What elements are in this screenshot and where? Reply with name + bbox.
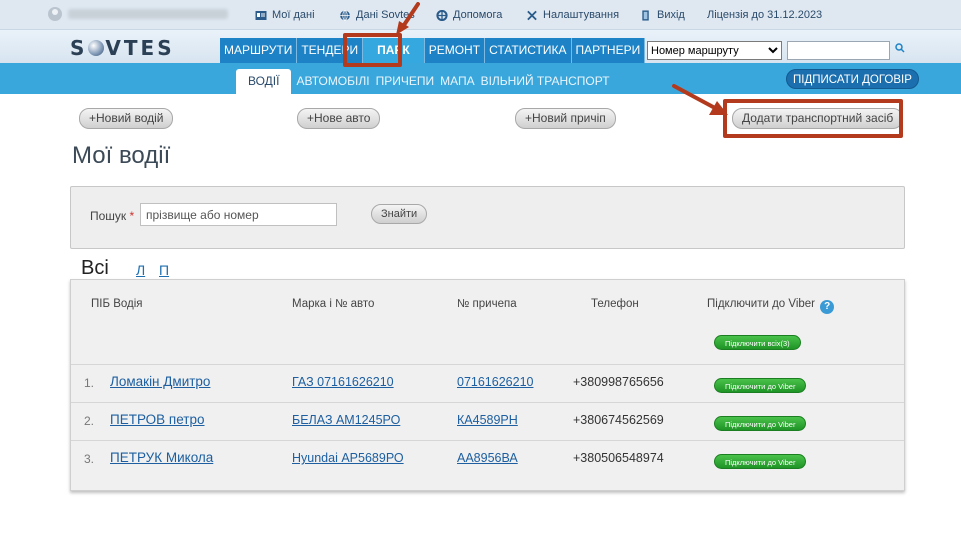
chevron-down-icon: [768, 47, 778, 54]
tools-icon: [527, 10, 537, 20]
globe-icon: [340, 9, 350, 21]
driver-name-link[interactable]: ПЕТРУК Микола: [110, 450, 213, 465]
new-trailer-button[interactable]: +Новий причіп: [515, 108, 616, 129]
row-number: 1.: [84, 376, 95, 390]
top-bar: Мої дані Дані Sovtes Допомога Налаштуван…: [0, 0, 961, 30]
header-phone: Телефон: [591, 298, 639, 310]
subnav-drivers[interactable]: ВОДІЇ: [236, 69, 292, 94]
nav-tab-partners[interactable]: ПАРТНЕРИ: [571, 38, 646, 63]
license-text: Ліцензія до 31.12.2023: [707, 9, 823, 21]
annotation-arrow-icon: [672, 84, 728, 115]
lifebuoy-icon: [436, 9, 448, 21]
search-input[interactable]: прізвище або номер: [140, 203, 337, 226]
help-link[interactable]: Допомога: [436, 9, 502, 21]
connect-all-viber-button[interactable]: Підключити всіх(3): [714, 335, 801, 350]
required-mark: *: [129, 209, 135, 223]
car-link[interactable]: Hyundai АР5689РО: [292, 451, 404, 465]
connect-viber-button[interactable]: Підключити до Viber: [714, 454, 807, 469]
filter-all-tab[interactable]: Всі: [71, 256, 118, 280]
search-panel: Пошук * прізвище або номер Знайти: [70, 186, 905, 249]
nav-tab-routes[interactable]: МАРШРУТИ: [220, 38, 298, 63]
connect-viber-button[interactable]: Підключити до Viber: [714, 378, 807, 393]
table-row: 2. ПЕТРОВ петро БЕЛАЗ АМ1245РО КА4589РН …: [71, 402, 904, 440]
filter-letter-p[interactable]: П: [159, 262, 169, 278]
car-link[interactable]: БЕЛАЗ АМ1245РО: [292, 413, 400, 427]
car-link[interactable]: ГАЗ 07161626210: [292, 375, 394, 389]
settings-link[interactable]: Налаштування: [526, 9, 619, 21]
trailer-link[interactable]: КА4589РН: [457, 413, 518, 427]
subnav-map[interactable]: МАПА: [437, 74, 478, 94]
exit-label: Вихід: [657, 9, 685, 21]
table-row: 1. Ломакін Дмитро ГАЗ 07161626210 071616…: [71, 364, 904, 402]
header-bar: S VTES МАРШРУТИ ТЕНДЕРИ ПАРК РЕМОНТ СТАТИ…: [0, 30, 961, 63]
add-vehicle-highlight-box: [723, 99, 903, 138]
exit-link[interactable]: Вихід: [640, 9, 685, 21]
trailer-link[interactable]: АА8956ВА: [457, 451, 518, 465]
help-icon[interactable]: ?: [820, 300, 835, 314]
nav-tab-repair[interactable]: РЕМОНТ: [424, 38, 486, 63]
trailer-link[interactable]: 07161626210: [457, 375, 533, 389]
route-number-select[interactable]: Номер маршруту: [647, 41, 782, 60]
phone-number: +380998765656: [573, 375, 664, 389]
sign-contract-button[interactable]: ПІДПИСАТИ ДОГОВІР: [786, 69, 919, 89]
filter-letter-l[interactable]: Л: [136, 262, 145, 278]
my-data-label: Мої дані: [272, 9, 315, 21]
my-data-link[interactable]: Мої дані: [255, 9, 315, 21]
connect-viber-button[interactable]: Підключити до Viber: [714, 416, 807, 431]
user-avatar-icon: [48, 7, 62, 21]
search-icon[interactable]: [895, 43, 905, 53]
search-label: Пошук *: [90, 209, 135, 223]
subnav-cars[interactable]: АВТОМОБІЛІ: [293, 74, 372, 94]
row-number: 2.: [84, 414, 95, 428]
logo-globe-icon: [88, 40, 105, 56]
driver-name-link[interactable]: Ломакін Дмитро: [110, 374, 210, 389]
help-label: Допомога: [453, 9, 503, 21]
search-button[interactable]: Знайти: [371, 204, 428, 224]
subnav-free-transport[interactable]: ВІЛЬНИЙ ТРАНСПОРТ: [478, 74, 613, 94]
profile-card-icon: [255, 10, 267, 20]
sovtes-logo: S VTES: [70, 36, 175, 60]
settings-label: Налаштування: [543, 9, 620, 21]
header-trailer: № причепа: [457, 298, 517, 310]
header-car: Марка і № авто: [292, 298, 375, 310]
blurred-user-name: [68, 9, 228, 19]
nav-tab-statistics[interactable]: СТАТИСТИКА: [485, 38, 572, 63]
subnav-trailers[interactable]: ПРИЧЕПИ: [373, 74, 438, 94]
main-nav: МАРШРУТИ ТЕНДЕРИ ПАРК РЕМОНТ СТАТИСТИКА …: [220, 38, 646, 63]
annotation-arrow-icon: [396, 2, 420, 35]
exit-door-icon: [642, 9, 649, 21]
user-info: [48, 7, 228, 21]
phone-number: +380674562569: [573, 413, 664, 427]
row-number: 3.: [84, 452, 95, 466]
sub-nav: ВОДІЇ АВТОМОБІЛІ ПРИЧЕПИ МАПА ВІЛЬНИЙ ТР…: [0, 63, 961, 94]
page-title: Мої водії: [72, 142, 171, 169]
drivers-table: ПІБ Водія Марка і № авто № причепа Телеф…: [70, 279, 905, 491]
park-highlight-box: [343, 33, 402, 67]
header-driver-name: ПІБ Водія: [91, 298, 143, 310]
route-search-input[interactable]: [787, 41, 890, 60]
new-car-button[interactable]: +Нове авто: [297, 108, 381, 129]
phone-number: +380506548974: [573, 451, 664, 465]
new-driver-button[interactable]: +Новий водій: [79, 108, 174, 129]
header-viber: Підключити до Viber ?: [707, 298, 835, 314]
driver-name-link[interactable]: ПЕТРОВ петро: [110, 412, 205, 427]
table-row: 3. ПЕТРУК Микола Hyundai АР5689РО АА8956…: [71, 440, 904, 478]
